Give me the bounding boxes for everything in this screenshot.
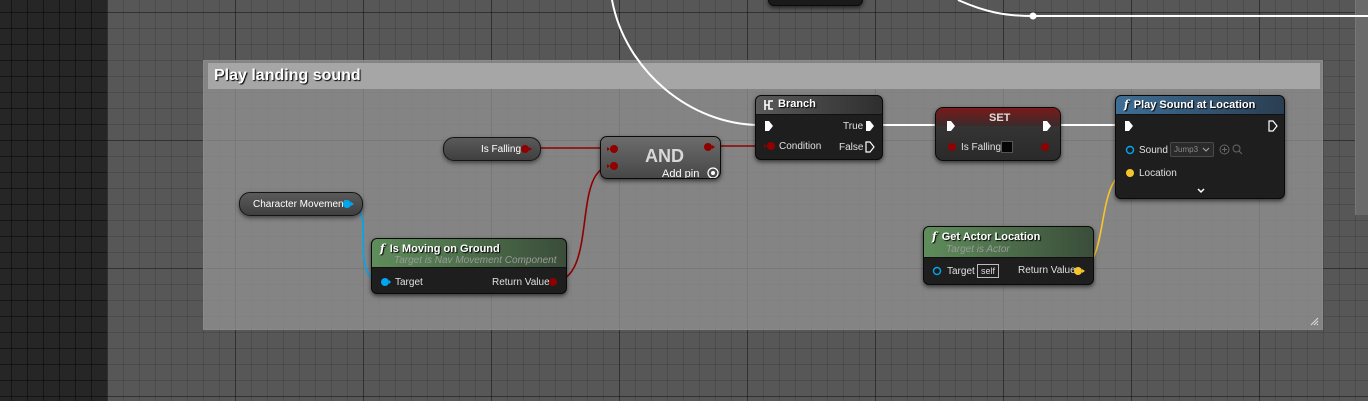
location-input-pin[interactable]: [1124, 168, 1136, 178]
is-falling-getter-node[interactable]: Is Falling: [443, 137, 541, 161]
return-value-label: Return Value: [1018, 265, 1076, 276]
bool-output-pin[interactable]: [1040, 142, 1052, 152]
chevron-down-icon: [1202, 147, 1210, 152]
vector-return-pin[interactable]: [1073, 266, 1085, 276]
get-location-subtitle: Target is Actor: [946, 244, 1010, 255]
add-pin-label: Add pin: [662, 168, 700, 179]
function-icon: f: [380, 242, 385, 255]
set-var-label: Is Falling: [961, 142, 1002, 153]
bool-return-pin[interactable]: [548, 277, 560, 287]
exec-input-pin[interactable]: [946, 120, 956, 132]
is-falling-label: Is Falling: [481, 144, 522, 155]
add-pin-button[interactable]: Add pin: [662, 164, 719, 179]
bool-input-pin-a[interactable]: [607, 144, 619, 154]
reroute-knot: [1029, 12, 1037, 20]
is-moving-subtitle: Target is Nav Movement Component: [394, 255, 557, 266]
character-movement-getter-node[interactable]: Character Movement: [239, 192, 363, 216]
character-movement-label: Character Movement: [253, 199, 347, 210]
set-title: SET: [989, 112, 1011, 124]
sound-asset-dropdown[interactable]: Jump3: [1170, 142, 1214, 157]
location-label: Location: [1139, 168, 1177, 179]
and-node[interactable]: AND Add pin: [600, 136, 721, 179]
exec-false-output-pin[interactable]: [865, 141, 875, 153]
target-input-pin[interactable]: [379, 277, 391, 287]
branch-false-label: False: [839, 142, 864, 153]
branch-condition-label: Condition: [779, 141, 822, 152]
return-value-label: Return Value: [492, 277, 550, 288]
use-asset-icon[interactable]: [1219, 144, 1230, 155]
object-output-pin[interactable]: [342, 199, 354, 209]
bool-input-pin-b[interactable]: [607, 161, 619, 171]
wires-layer: [347, 0, 1368, 283]
play-sound-at-location-node[interactable]: f Play Sound at Location Sound Jump3 Loca…: [1115, 95, 1285, 199]
branch-title: Branch: [778, 98, 816, 110]
play-sound-title: f Play Sound at Location: [1124, 98, 1256, 111]
exec-output-pin[interactable]: [1268, 120, 1278, 132]
get-location-header: f Get Actor Location Target is Actor: [924, 227, 1093, 258]
is-moving-title: f Is Moving on Ground: [380, 242, 500, 255]
sound-label: Sound: [1139, 145, 1168, 156]
function-icon: f: [1124, 98, 1129, 111]
target-label: Target: [395, 277, 423, 288]
exec-true-output-pin[interactable]: [865, 120, 875, 132]
play-sound-header: f Play Sound at Location: [1116, 96, 1284, 115]
is-moving-header: f Is Moving on Ground Target is Nav Movem…: [372, 239, 566, 268]
function-icon: f: [932, 230, 937, 243]
get-location-title: f Get Actor Location: [932, 230, 1041, 243]
bool-output-pin[interactable]: [703, 142, 715, 152]
bool-condition-pin[interactable]: [764, 141, 776, 151]
exec-output-pin[interactable]: [1042, 120, 1052, 132]
sound-asset-value: Jump3: [1174, 145, 1199, 154]
branch-true-label: True: [843, 121, 864, 132]
add-pin-icon: [707, 167, 719, 178]
target-input-pin[interactable]: [931, 266, 943, 276]
branch-icon: [764, 100, 773, 110]
bool-output-pin[interactable]: [520, 144, 532, 154]
search-icon[interactable]: [1232, 144, 1243, 155]
self-value-box[interactable]: self: [977, 264, 1000, 278]
branch-node[interactable]: Branch True Condition False: [755, 95, 883, 160]
bool-input-pin[interactable]: [945, 142, 957, 152]
expand-chevron-icon[interactable]: [1196, 187, 1206, 195]
branch-header: Branch: [756, 96, 882, 115]
target-label: Target: [947, 266, 975, 277]
exec-wire-top: [957, 0, 1368, 17]
exec-input-pin[interactable]: [1124, 120, 1134, 132]
exec-wire-incoming: [611, 0, 761, 126]
set-node[interactable]: SET Is Falling: [935, 107, 1061, 161]
is-moving-on-ground-node[interactable]: f Is Moving on Ground Target is Nav Movem…: [371, 238, 567, 294]
exec-input-pin[interactable]: [764, 120, 774, 132]
sound-input-pin[interactable]: [1124, 145, 1136, 155]
bool-checkbox[interactable]: [1001, 141, 1013, 153]
get-actor-location-node[interactable]: f Get Actor Location Target is Actor Targ…: [923, 226, 1094, 285]
